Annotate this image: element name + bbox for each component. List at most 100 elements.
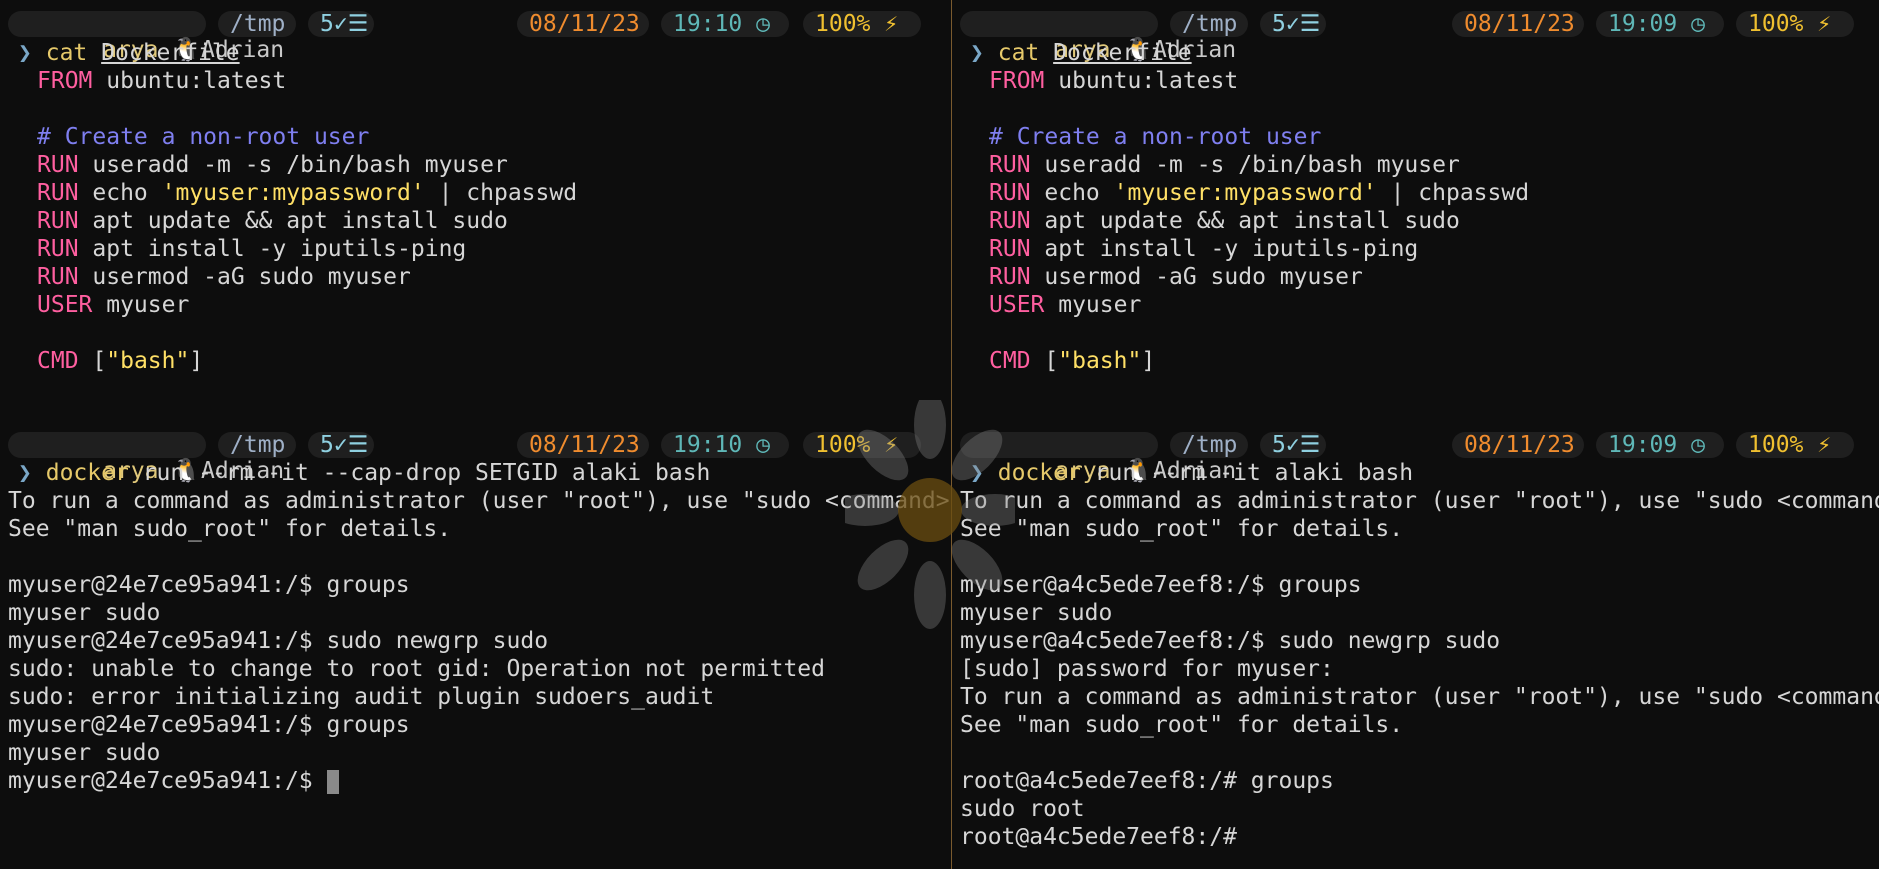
status-bar-top-left: arya 🐧Adrian /tmp 5✓☰ 08/11/23 19:10 ◷ 1…: [0, 10, 951, 63]
dockerfile-args-tail: | chpasswd: [424, 180, 578, 206]
directory-segment: /tmp: [218, 432, 296, 458]
jobs-count: 5: [1272, 11, 1286, 37]
dockerfile-args: usermod -aG sudo myuser: [1030, 264, 1363, 290]
jobs-segment: 5✓☰: [308, 11, 374, 37]
jobs-segment: 5✓☰: [1260, 432, 1326, 458]
dockerfile-args: apt install -y iputils-ping: [1030, 236, 1419, 262]
output-line: myuser sudo: [8, 600, 161, 626]
command-name: cat: [45, 40, 88, 66]
dockerfile-keyword: RUN: [989, 208, 1031, 234]
dockerfile-line: CMD ["bash"]: [37, 347, 203, 375]
prompt-arrow-icon: ❯: [18, 40, 32, 66]
dockerfile-line: RUN usermod -aG sudo myuser: [37, 263, 411, 291]
dockerfile-string: "bash": [1058, 348, 1142, 374]
jobs-count: 5: [320, 432, 334, 458]
dockerfile-line: USER myuser: [989, 291, 1141, 319]
dockerfile-args: myuser: [92, 292, 190, 318]
dockerfile-string: "bash": [106, 348, 190, 374]
output-line: See "man sudo_root" for details.: [8, 516, 452, 542]
directory-segment: /tmp: [1170, 432, 1248, 458]
dockerfile-keyword: RUN: [37, 236, 79, 262]
output-line: root@a4c5ede7eef8:/# groups: [960, 768, 1334, 794]
dockerfile-keyword: RUN: [989, 180, 1031, 206]
output-line: sudo: error initializing audit plugin su…: [8, 684, 715, 710]
output-line: myuser@a4c5ede7eef8:/$ sudo newgrp sudo: [960, 628, 1501, 654]
time-segment: 19:10 ◷: [661, 432, 789, 458]
dockerfile-keyword: USER: [989, 292, 1045, 318]
lightning-icon: ⚡: [884, 11, 899, 37]
battery-segment: 100% ⚡: [803, 11, 921, 37]
prompt-line-docker: ❯ docker run --rm -it alaki bash: [970, 459, 1413, 487]
dockerfile-line: RUN apt install -y iputils-ping: [989, 235, 1418, 263]
user-segment: arya 🐧Adrian: [960, 11, 1236, 63]
output-line: To run a command as administrator (user …: [960, 488, 1879, 514]
status-bar-top-right: arya 🐧Adrian /tmp 5✓☰ 08/11/23 19:09 ◷ 1…: [952, 10, 1879, 63]
date-segment: 08/11/23: [517, 11, 649, 37]
dockerfile-args: ubuntu:latest: [92, 68, 287, 94]
dockerfile-keyword: RUN: [37, 264, 79, 290]
battery-level: 100%: [1748, 432, 1804, 458]
prompt-line-docker: ❯ docker run --rm -it --cap-drop SETGID …: [18, 459, 710, 487]
output-line: To run a command as administrator (user …: [960, 684, 1879, 710]
date-label: 08/11/23: [1464, 11, 1575, 37]
dockerfile-args-tail: ]: [189, 348, 204, 374]
time-label: 19:09: [1608, 11, 1678, 37]
clock-icon: ◷: [1691, 432, 1705, 458]
command-name: cat: [997, 40, 1040, 66]
current-directory: /tmp: [230, 11, 286, 37]
output-line: sudo: unable to change to root gid: Oper…: [8, 656, 825, 682]
lightning-icon: ⚡: [1817, 432, 1832, 458]
dockerfile-keyword: RUN: [989, 236, 1031, 262]
command-args: run --rm -it alaki bash: [1080, 460, 1414, 486]
dockerfile-args: apt update && apt install sudo: [78, 208, 508, 234]
prompt-line-cat: ❯ cat Dockerfile: [18, 39, 240, 67]
dockerfile-args: [: [1030, 348, 1059, 374]
command-name: docker: [45, 460, 129, 486]
output-line: myuser@24e7ce95a941:/$ groups: [8, 712, 410, 738]
terminal-pane-left[interactable]: arya 🐧Adrian /tmp 5✓☰ 08/11/23 19:10 ◷ 1…: [0, 0, 951, 869]
dockerfile-line: RUN echo 'myuser:mypassword' | chpasswd: [989, 179, 1529, 207]
terminal-cursor: [326, 769, 339, 794]
dockerfile-keyword: RUN: [37, 208, 79, 234]
checklist-icon: ✓☰: [333, 432, 369, 458]
terminal-pane-right[interactable]: arya 🐧Adrian /tmp 5✓☰ 08/11/23 19:09 ◷ 1…: [952, 0, 1879, 869]
dockerfile-args: useradd -m -s /bin/bash myuser: [78, 152, 508, 178]
dockerfile-args: apt install -y iputils-ping: [78, 236, 467, 262]
time-label: 19:09: [1608, 432, 1678, 458]
prompt-arrow-icon: ❯: [18, 460, 32, 486]
time-segment: 19:09 ◷: [1596, 11, 1724, 37]
dockerfile-string: 'myuser:mypassword': [1113, 180, 1377, 206]
user-segment: arya 🐧Adrian: [8, 432, 284, 484]
battery-level: 100%: [1748, 11, 1804, 37]
jobs-count: 5: [320, 11, 334, 37]
prompt-arrow-icon: ❯: [970, 40, 984, 66]
directory-segment: /tmp: [1170, 11, 1248, 37]
clock-icon: ◷: [1691, 11, 1705, 37]
dockerfile-args: myuser: [1044, 292, 1142, 318]
dockerfile-keyword: RUN: [989, 264, 1031, 290]
checklist-icon: ✓☰: [333, 11, 369, 37]
output-line: myuser@a4c5ede7eef8:/$ groups: [960, 572, 1362, 598]
dockerfile-line: # Create a non-root user: [989, 123, 1321, 151]
date-label: 08/11/23: [1464, 432, 1575, 458]
status-bar-bottom-right: arya 🐧Adrian /tmp 5✓☰ 08/11/23 19:09 ◷ 1…: [952, 431, 1879, 484]
date-label: 08/11/23: [529, 432, 640, 458]
dockerfile-args: echo: [1030, 180, 1114, 206]
dockerfile-line: RUN useradd -m -s /bin/bash myuser: [37, 151, 508, 179]
checklist-icon: ✓☰: [1285, 432, 1321, 458]
dockerfile-keyword: RUN: [37, 152, 79, 178]
current-directory: /tmp: [230, 432, 286, 458]
output-line: myuser@24e7ce95a941:/$ groups: [8, 572, 410, 598]
output-line: sudo root: [960, 796, 1085, 822]
date-segment: 08/11/23: [1452, 11, 1584, 37]
jobs-count: 5: [1272, 432, 1286, 458]
date-segment: 08/11/23: [1452, 432, 1584, 458]
time-segment: 19:10 ◷: [661, 11, 789, 37]
dockerfile-args-tail: | chpasswd: [1376, 180, 1530, 206]
output-line: myuser@24e7ce95a941:/$: [8, 767, 339, 795]
date-segment: 08/11/23: [517, 432, 649, 458]
dockerfile-args-tail: ]: [1141, 348, 1156, 374]
lightning-icon: ⚡: [1817, 11, 1832, 37]
checklist-icon: ✓☰: [1285, 11, 1321, 37]
battery-segment: 100% ⚡: [1736, 432, 1854, 458]
